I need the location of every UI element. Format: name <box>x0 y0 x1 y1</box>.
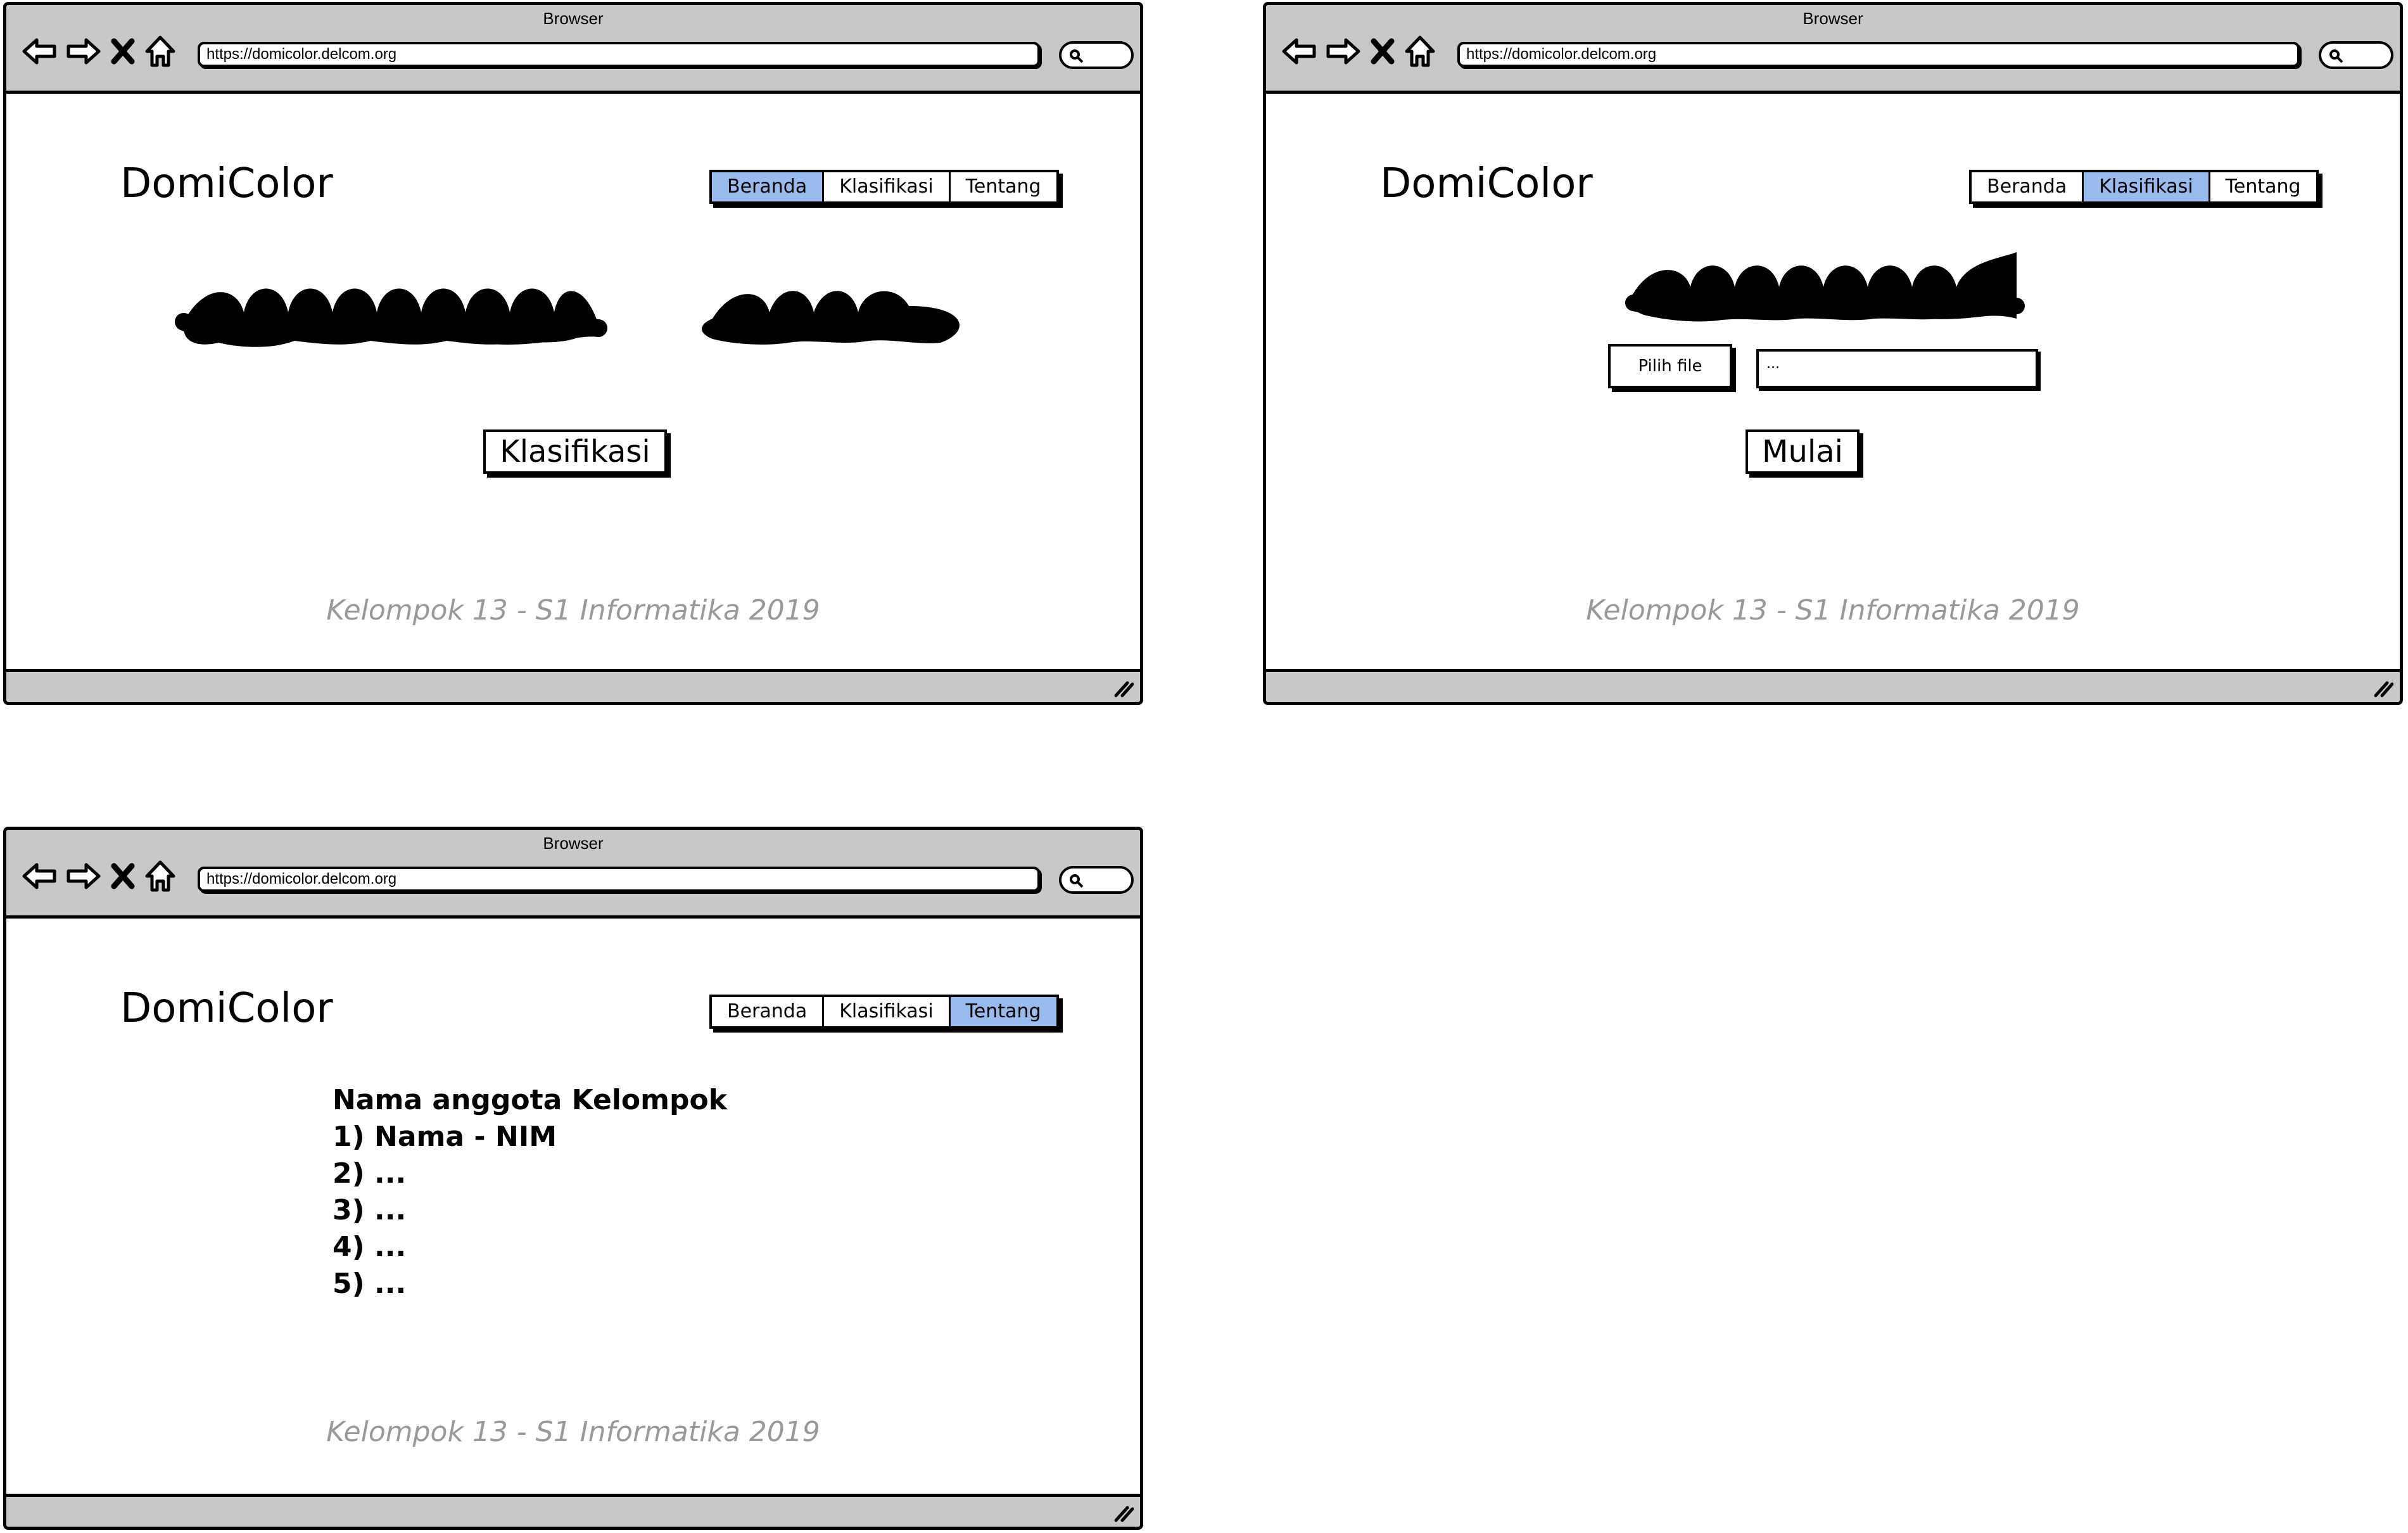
close-icon[interactable] <box>110 36 136 67</box>
browser-search[interactable] <box>2319 41 2393 69</box>
forward-icon[interactable] <box>66 861 101 891</box>
back-icon[interactable] <box>1281 36 1317 67</box>
tab-tentang[interactable]: Tentang <box>951 172 1056 201</box>
status-bar <box>6 1494 1140 1527</box>
member-item: 1) Nama - NIM <box>333 1121 557 1153</box>
tab-tentang[interactable]: Tentang <box>950 997 1056 1026</box>
browser-nav <box>22 29 176 73</box>
close-icon[interactable] <box>110 861 136 891</box>
redacted-headline-scribble <box>175 288 960 347</box>
nav-tabs: Beranda Klasifikasi Tentang <box>1969 170 2319 204</box>
tab-beranda[interactable]: Beranda <box>712 997 825 1026</box>
tab-beranda[interactable]: Beranda <box>1972 172 2084 201</box>
file-name-field[interactable]: ... <box>1756 349 2038 388</box>
browser-window-klasifikasi: Browser https://domicolor.delcom.org Dom… <box>1263 2 2403 705</box>
app-logo: DomiColor <box>120 160 333 207</box>
resize-grip-icon[interactable] <box>2372 680 2393 698</box>
nav-tabs: Beranda Klasifikasi Tentang <box>709 995 1059 1029</box>
home-icon[interactable] <box>1404 35 1436 68</box>
browser-search[interactable] <box>1059 41 1134 69</box>
member-heading: Nama anggota Kelompok <box>333 1084 727 1116</box>
redacted-title-scribble <box>1625 252 2025 322</box>
member-list: Nama anggota Kelompok 1) Nama - NIM 2) .… <box>333 1082 727 1302</box>
nav-tabs: Beranda Klasifikasi Tentang <box>709 170 1059 204</box>
status-bar <box>6 669 1140 702</box>
footer-text: Kelompok 13 - S1 Informatika 2019 <box>326 1416 820 1448</box>
mulai-button[interactable]: Mulai <box>1746 429 1860 474</box>
forward-icon[interactable] <box>66 36 101 67</box>
tab-klasifikasi[interactable]: Klasifikasi <box>2084 172 2210 201</box>
home-icon[interactable] <box>144 860 176 893</box>
status-bar <box>1266 669 2400 702</box>
member-item: 2) ... <box>333 1157 407 1190</box>
url-bar[interactable]: https://domicolor.delcom.org <box>198 42 1040 67</box>
resize-grip-icon[interactable] <box>1112 1505 1134 1523</box>
browser-title: Browser <box>543 9 604 28</box>
back-icon[interactable] <box>22 36 57 67</box>
choose-file-button[interactable]: Pilih file <box>1608 344 1732 388</box>
browser-chrome: Browser https://domicolor.delcom.org <box>6 830 1140 919</box>
browser-chrome: Browser https://domicolor.delcom.org <box>6 5 1140 94</box>
app-logo: DomiColor <box>120 985 333 1032</box>
member-item: 5) ... <box>333 1268 407 1300</box>
browser-nav <box>22 854 176 898</box>
tab-beranda[interactable]: Beranda <box>712 172 825 201</box>
browser-chrome: Browser https://domicolor.delcom.org <box>1266 5 2400 94</box>
browser-window-beranda: Browser https://domicolor.delcom.org Dom… <box>3 2 1143 705</box>
browser-title: Browser <box>543 834 604 853</box>
member-item: 4) ... <box>333 1231 407 1263</box>
close-icon[interactable] <box>1370 36 1395 67</box>
search-icon <box>1070 874 1084 888</box>
browser-window-tentang: Browser https://domicolor.delcom.org Dom… <box>3 827 1143 1530</box>
tab-klasifikasi[interactable]: Klasifikasi <box>824 997 951 1026</box>
klasifikasi-button[interactable]: Klasifikasi <box>483 429 667 474</box>
resize-grip-icon[interactable] <box>1112 680 1134 698</box>
browser-nav <box>1281 29 1436 73</box>
url-bar[interactable]: https://domicolor.delcom.org <box>198 867 1040 892</box>
member-item: 3) ... <box>333 1194 407 1226</box>
search-icon <box>2329 49 2343 63</box>
back-icon[interactable] <box>22 861 57 891</box>
browser-title: Browser <box>1803 9 1863 28</box>
footer-text: Kelompok 13 - S1 Informatika 2019 <box>326 594 820 627</box>
browser-search[interactable] <box>1059 866 1134 894</box>
url-bar[interactable]: https://domicolor.delcom.org <box>1457 42 2300 67</box>
tab-klasifikasi[interactable]: Klasifikasi <box>824 172 951 201</box>
tab-tentang[interactable]: Tentang <box>2210 172 2316 201</box>
home-icon[interactable] <box>144 35 176 68</box>
search-icon <box>1070 49 1084 63</box>
footer-text: Kelompok 13 - S1 Informatika 2019 <box>1586 594 2080 627</box>
forward-icon[interactable] <box>1326 36 1361 67</box>
app-logo: DomiColor <box>1380 160 1593 207</box>
